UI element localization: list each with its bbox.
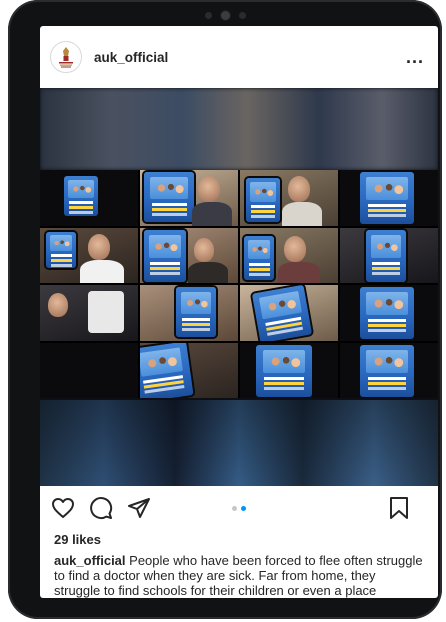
- more-options-button[interactable]: ...: [406, 48, 424, 66]
- video-call-grid: [40, 170, 438, 398]
- front-camera: [195, 6, 255, 24]
- participant-tile: [340, 170, 438, 226]
- participant-face: [48, 293, 68, 317]
- poster-in-hand: [140, 342, 194, 398]
- like-count[interactable]: 29 likes: [40, 532, 438, 547]
- participant-tile: [340, 342, 438, 398]
- sensor-dot: [204, 11, 212, 19]
- poster-in-hand: [246, 178, 280, 222]
- post-username[interactable]: auk_official: [94, 50, 406, 65]
- participant-tile: [140, 342, 238, 398]
- participant-face: [88, 233, 110, 260]
- participant-body: [80, 259, 124, 283]
- post-actions: [40, 486, 438, 530]
- carousel-dot: [232, 505, 237, 511]
- participant-tile: [40, 342, 138, 398]
- carousel-dot-active: [241, 505, 246, 511]
- poster-in-hand: [252, 285, 312, 341]
- paper-plane-icon[interactable]: [126, 495, 152, 521]
- post-caption: auk_official People who have been forced…: [40, 547, 438, 598]
- participant-tile: [340, 227, 438, 283]
- poster-in-hand: [360, 344, 414, 397]
- participant-tile: [240, 170, 338, 226]
- participant-face: [284, 235, 306, 262]
- poster-in-hand: [46, 231, 76, 268]
- bookmark-outline-icon[interactable]: [386, 495, 412, 521]
- participant-face: [288, 176, 310, 202]
- poster-in-hand: [144, 229, 186, 282]
- participant-tile: [240, 285, 338, 341]
- poster-in-hand: [244, 235, 274, 280]
- camera-lens: [220, 10, 230, 20]
- participant-body: [282, 202, 322, 226]
- participant-body: [192, 202, 232, 226]
- sensor-dot: [238, 11, 246, 19]
- poster-in-hand: [176, 287, 216, 337]
- participant-face: [194, 237, 214, 262]
- poster-in-hand: [256, 344, 312, 397]
- participant-tile: [40, 170, 138, 226]
- tablet-frame: auk_official ... 29 likes auk_official P…: [8, 0, 442, 619]
- participant-body: [188, 261, 228, 283]
- poster-in-hand: [360, 172, 414, 224]
- participant-tile: [340, 285, 438, 341]
- caption-username[interactable]: auk_official: [54, 553, 126, 568]
- instagram-post: auk_official ... 29 likes auk_official P…: [40, 26, 438, 598]
- poster-in-hand: [366, 229, 406, 282]
- participant-tile: [140, 227, 238, 283]
- participant-tile: [40, 285, 138, 341]
- participant-tile: [240, 342, 338, 398]
- blurred-background-bottom: [40, 400, 438, 486]
- blurred-background-top: [40, 88, 438, 170]
- poster-in-hand: [360, 287, 414, 339]
- poster-in-hand: [64, 176, 98, 216]
- participant-tile: [140, 285, 238, 341]
- auk-logo-icon: [59, 47, 73, 68]
- participant-body: [278, 261, 320, 283]
- post-header: auk_official ...: [40, 26, 438, 88]
- participant-tile: [240, 227, 338, 283]
- avatar[interactable]: [50, 41, 82, 73]
- participant-tile: [140, 170, 238, 226]
- poster-in-hand: [144, 172, 194, 222]
- phone-screen-glare: [88, 291, 124, 333]
- carousel-indicator: [232, 505, 246, 511]
- participant-tile: [40, 227, 138, 283]
- post-image[interactable]: [40, 88, 438, 486]
- heart-outline-icon[interactable]: [50, 495, 76, 521]
- comment-bubble-icon[interactable]: [88, 495, 114, 521]
- participant-face: [198, 176, 220, 202]
